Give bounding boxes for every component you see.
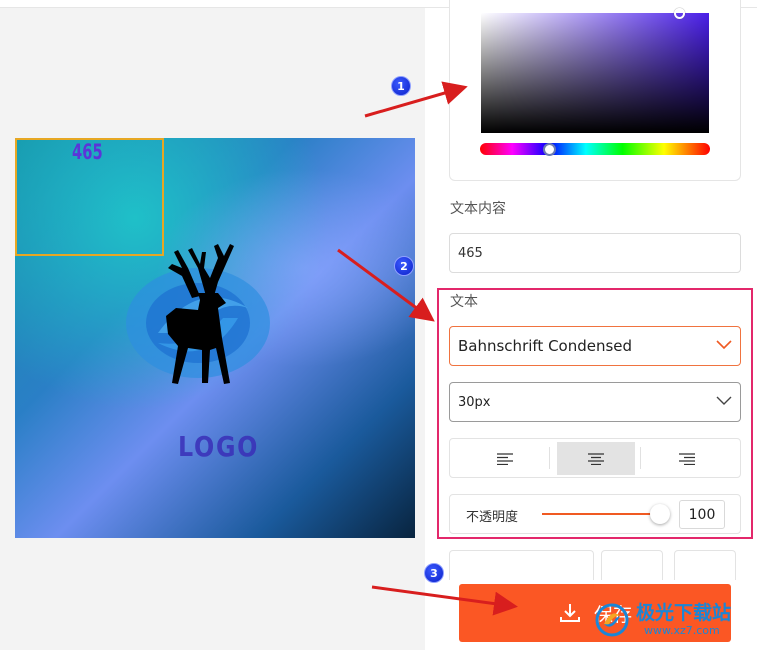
align-divider bbox=[549, 447, 550, 469]
align-right-button[interactable] bbox=[648, 442, 726, 475]
next-control-stub[interactable] bbox=[449, 550, 594, 580]
site-watermark: 极光下载站 www.xz7.com bbox=[594, 596, 754, 646]
app-root: 465 LOGO 文本内容 465 文本 Bahnschrift Condens… bbox=[0, 0, 757, 650]
align-left-button[interactable] bbox=[466, 442, 544, 475]
overlay-text: 465 bbox=[72, 140, 103, 164]
opacity-value: 100 bbox=[688, 506, 716, 523]
opacity-value-input[interactable]: 100 bbox=[679, 500, 725, 529]
align-center-icon bbox=[588, 452, 604, 465]
next-control-stub[interactable] bbox=[674, 550, 736, 580]
font-family-select[interactable]: Bahnschrift Condensed bbox=[449, 326, 741, 366]
opacity-label: 不透明度 bbox=[466, 510, 519, 525]
text-section-label: 文本 bbox=[450, 294, 478, 310]
deer-logo-icon bbox=[126, 244, 270, 384]
download-icon bbox=[559, 604, 580, 622]
text-content-input[interactable]: 465 bbox=[449, 233, 741, 273]
font-family-value: Bahnschrift Condensed bbox=[458, 337, 633, 355]
chevron-down-icon bbox=[716, 396, 732, 405]
text-align-group bbox=[449, 438, 741, 478]
watermark-title: 极光下载站 bbox=[636, 602, 732, 624]
align-divider bbox=[640, 447, 641, 469]
opacity-slider-handle[interactable] bbox=[650, 504, 670, 524]
saturation-handle[interactable] bbox=[674, 8, 685, 19]
opacity-slider-track[interactable] bbox=[542, 513, 660, 515]
font-size-select[interactable]: 30px bbox=[449, 382, 741, 422]
next-control-stub[interactable] bbox=[601, 550, 663, 580]
hue-handle[interactable] bbox=[543, 143, 556, 156]
align-center-button[interactable] bbox=[557, 442, 635, 475]
text-content-value: 465 bbox=[458, 245, 483, 261]
watermark-url: www.xz7.com bbox=[644, 624, 720, 637]
annotation-badge-2: 2 bbox=[394, 256, 414, 276]
logo-text: LOGO bbox=[178, 430, 260, 463]
annotation-badge-3: 3 bbox=[424, 563, 444, 583]
text-content-label: 文本内容 bbox=[450, 201, 506, 217]
aurora-logo-icon bbox=[595, 603, 629, 637]
opacity-row: 不透明度 100 bbox=[449, 494, 741, 534]
saturation-value-area[interactable] bbox=[481, 13, 709, 133]
align-right-icon bbox=[679, 452, 695, 465]
font-size-value: 30px bbox=[458, 394, 491, 410]
annotation-badge-1: 1 bbox=[391, 76, 411, 96]
align-left-icon bbox=[497, 452, 513, 465]
hue-slider[interactable] bbox=[480, 143, 710, 155]
chevron-down-icon bbox=[716, 340, 732, 350]
